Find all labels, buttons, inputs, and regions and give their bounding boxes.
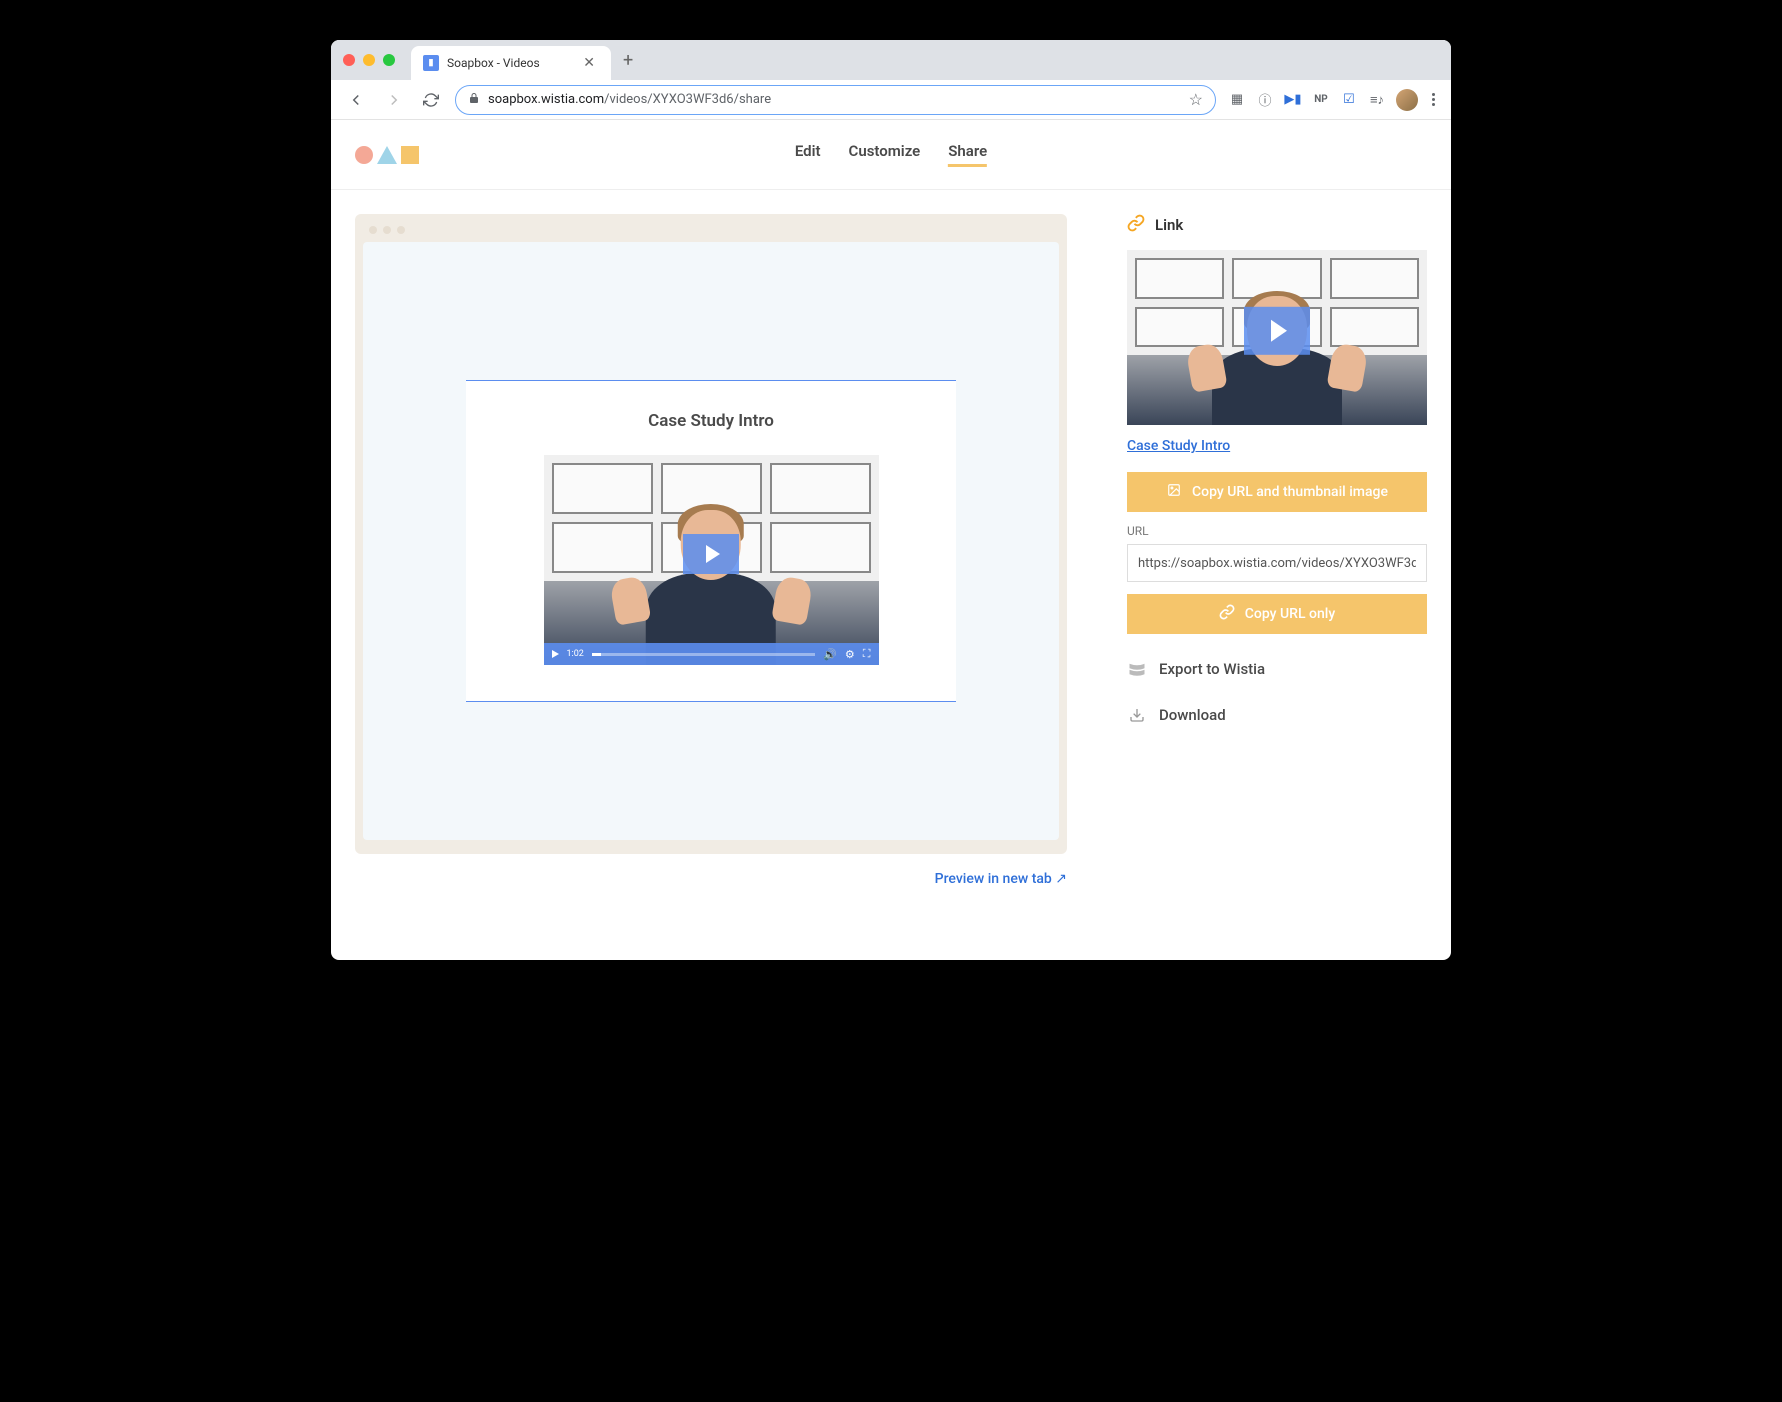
main-nav: Edit Customize Share	[795, 142, 987, 167]
url-field-label: URL	[1127, 524, 1427, 538]
play-icon[interactable]	[552, 650, 559, 658]
back-button[interactable]	[343, 87, 369, 113]
progress-bar[interactable]	[592, 653, 815, 656]
preview-video-title: Case Study Intro	[648, 411, 774, 431]
reload-button[interactable]	[419, 88, 443, 112]
close-tab-button[interactable]: ✕	[579, 55, 599, 71]
wistia-flag-icon	[1127, 662, 1147, 676]
thumbnail-play-icon	[1244, 306, 1310, 354]
share-thumbnail[interactable]	[1127, 250, 1427, 425]
link-heading-label: Link	[1155, 216, 1183, 234]
close-window-button[interactable]	[343, 54, 355, 66]
info-icon[interactable]: ⓘ	[1256, 91, 1274, 109]
preview-body: Case Study Intro	[363, 242, 1059, 840]
video-player[interactable]: 1:02 🔊 ⚙ ⛶	[544, 455, 879, 665]
tab-favicon-icon: ▮	[423, 55, 439, 71]
video-controls: 1:02 🔊 ⚙ ⛶	[544, 643, 879, 665]
thumbnail-title-link[interactable]: Case Study Intro	[1127, 438, 1230, 454]
preview-column: Case Study Intro	[355, 214, 1067, 936]
image-icon	[1166, 483, 1182, 501]
link-section-heading: Link	[1127, 214, 1427, 236]
window-title-bar: ▮ Soapbox - Videos ✕ +	[331, 40, 1451, 80]
maximize-window-button[interactable]	[383, 54, 395, 66]
volume-icon[interactable]: 🔊	[823, 648, 837, 661]
link-icon	[1219, 604, 1235, 624]
app-header: Edit Customize Share	[331, 120, 1451, 190]
download-label: Download	[1159, 706, 1226, 724]
window-controls	[343, 54, 395, 66]
preview-new-tab-link[interactable]: Preview in new tab ↗	[935, 871, 1067, 887]
np-extension-icon[interactable]: NP	[1312, 91, 1330, 109]
copy-url-only-button[interactable]: Copy URL only	[1127, 594, 1427, 634]
copy-url-thumbnail-button[interactable]: Copy URL and thumbnail image	[1127, 472, 1427, 512]
download-icon	[1127, 707, 1147, 723]
extension-icons: ▦ ⓘ ▶▮ NP ☑ ≡♪	[1228, 89, 1439, 111]
browser-menu-button[interactable]	[1428, 89, 1439, 110]
logo-triangle-icon	[377, 146, 397, 164]
tab-share[interactable]: Share	[948, 142, 987, 167]
extension-icon[interactable]: ▦	[1228, 91, 1246, 109]
export-wistia-label: Export to Wistia	[1159, 660, 1265, 678]
preview-new-tab-row: Preview in new tab ↗	[355, 868, 1067, 887]
bookmark-star-icon[interactable]: ☆	[1189, 90, 1203, 109]
wistia-extension-icon[interactable]: ▶▮	[1284, 91, 1302, 109]
profile-avatar[interactable]	[1396, 89, 1418, 111]
preview-card: Case Study Intro	[466, 380, 956, 702]
link-icon	[1127, 214, 1145, 236]
preview-frame: Case Study Intro	[355, 214, 1067, 854]
minimize-window-button[interactable]	[363, 54, 375, 66]
preview-window-dots	[355, 222, 1067, 242]
forward-button[interactable]	[381, 87, 407, 113]
browser-toolbar: soapbox.wistia.com/videos/XYXO3WF3d6/sha…	[331, 80, 1451, 120]
soapbox-logo[interactable]	[355, 146, 419, 164]
share-url-input[interactable]	[1127, 544, 1427, 582]
browser-tab[interactable]: ▮ Soapbox - Videos ✕	[411, 46, 611, 80]
export-wistia-action[interactable]: Export to Wistia	[1127, 646, 1427, 692]
url-text: soapbox.wistia.com/videos/XYXO3WF3d6/sha…	[488, 92, 1181, 107]
tab-title: Soapbox - Videos	[447, 56, 571, 70]
share-sidebar: Link Case	[1127, 214, 1427, 936]
video-duration: 1:02	[567, 649, 584, 659]
lock-icon	[468, 92, 480, 107]
tab-customize[interactable]: Customize	[849, 142, 921, 167]
play-button-icon[interactable]	[683, 534, 739, 574]
new-tab-button[interactable]: +	[623, 50, 633, 71]
fullscreen-icon[interactable]: ⛶	[863, 647, 871, 661]
main-content: Case Study Intro	[331, 190, 1451, 960]
browser-window: ▮ Soapbox - Videos ✕ + soapbox.wistia.co…	[331, 40, 1451, 960]
download-action[interactable]: Download	[1127, 692, 1427, 738]
address-bar[interactable]: soapbox.wistia.com/videos/XYXO3WF3d6/sha…	[455, 85, 1216, 115]
list-extension-icon[interactable]: ≡♪	[1368, 91, 1386, 109]
logo-circle-icon	[355, 146, 373, 164]
logo-square-icon	[401, 146, 419, 164]
check-extension-icon[interactable]: ☑	[1340, 91, 1358, 109]
settings-gear-icon[interactable]: ⚙	[845, 648, 855, 661]
tab-edit[interactable]: Edit	[795, 142, 821, 167]
